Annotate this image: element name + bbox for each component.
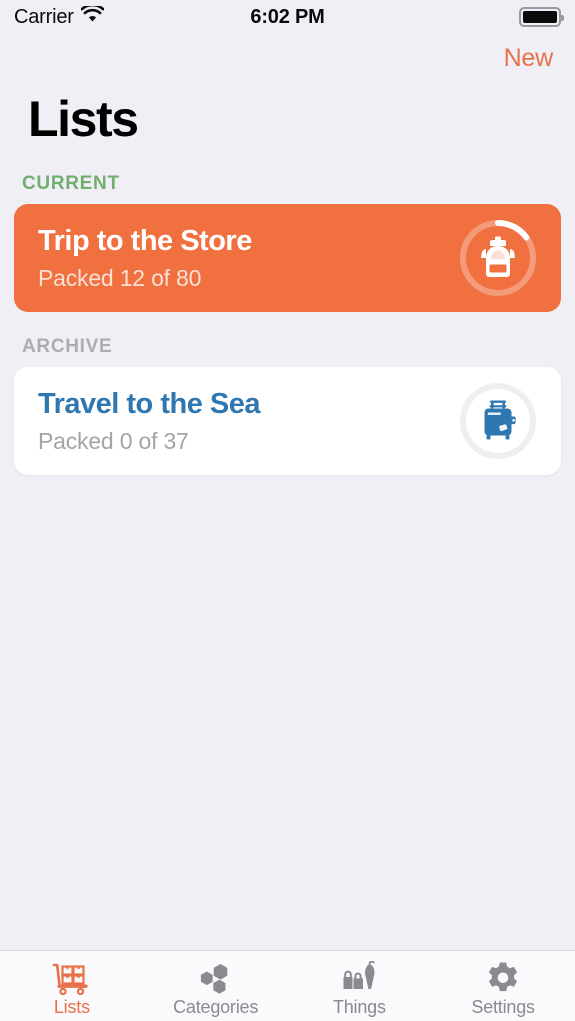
section-header-archive: ARCHIVE: [22, 336, 113, 357]
gear-icon: [486, 961, 520, 995]
tab-label-things: Things: [332, 996, 386, 1017]
backpack-icon: [476, 236, 520, 280]
navigation-bar: New: [0, 34, 575, 82]
suitcase-icon: [476, 399, 520, 443]
list-card-current[interactable]: Trip to the Store Packed 12 of 80: [14, 204, 561, 312]
wifi-icon: [80, 3, 105, 28]
hexagons-icon: [198, 961, 234, 995]
section-header-current: CURRENT: [22, 173, 120, 194]
cart-with-boxes-icon: [52, 961, 92, 995]
tab-label-categories: Categories: [173, 996, 259, 1017]
bags-umbrella-icon: [339, 960, 379, 995]
status-bar: Carrier 6:02 PM: [0, 0, 575, 34]
status-bar-left: Carrier: [14, 3, 105, 29]
tab-label-lists: Lists: [53, 996, 90, 1017]
carrier-label: Carrier: [14, 5, 74, 28]
list-card-subtitle: Packed 0 of 37: [38, 427, 189, 454]
list-card-archive[interactable]: Travel to the Sea Packed 0 of 37: [14, 367, 561, 475]
tab-categories[interactable]: Categories: [144, 951, 288, 1021]
list-card-text: Travel to the Sea Packed 0 of 37: [38, 387, 457, 455]
progress-badge-archive: [457, 380, 539, 462]
list-card-subtitle: Packed 12 of 80: [38, 264, 202, 291]
tab-bar: Lists Categories Things Settings: [0, 950, 575, 1021]
page-title: Lists: [28, 91, 139, 147]
progress-badge-current: [457, 217, 539, 299]
battery-full-icon: [519, 7, 564, 27]
new-list-button[interactable]: New: [504, 44, 554, 73]
tab-lists[interactable]: Lists: [0, 951, 144, 1021]
tab-label-settings: Settings: [471, 996, 535, 1017]
battery-fill: [523, 11, 557, 23]
tab-settings[interactable]: Settings: [431, 951, 575, 1021]
list-card-title: Travel to the Sea: [38, 387, 261, 420]
list-card-text: Trip to the Store Packed 12 of 80: [38, 224, 457, 292]
tab-things[interactable]: Things: [288, 951, 432, 1021]
list-card-title: Trip to the Store: [38, 224, 252, 257]
status-bar-right: [519, 7, 564, 27]
